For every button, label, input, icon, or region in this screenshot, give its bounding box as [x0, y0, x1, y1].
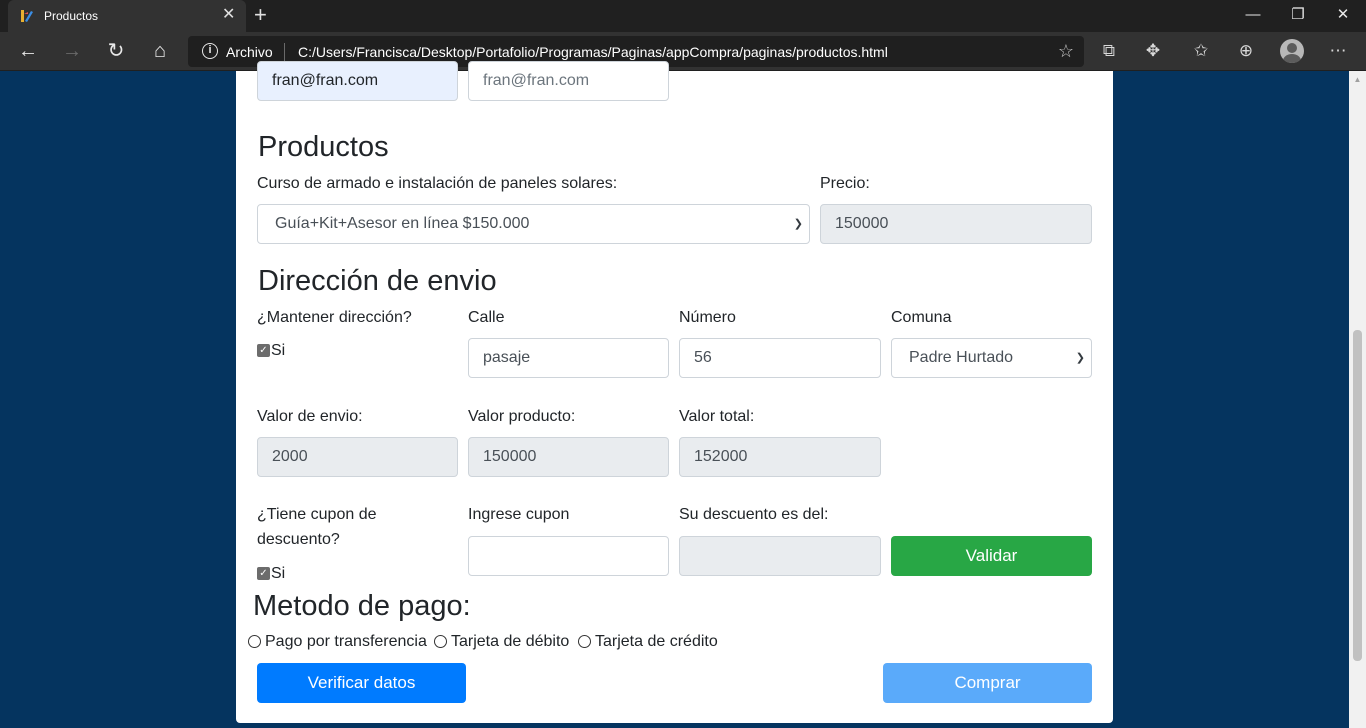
profile-avatar-icon[interactable]: [1280, 39, 1304, 63]
back-icon[interactable]: ←: [14, 38, 42, 64]
browser-tab[interactable]: Productos ✕: [8, 0, 246, 32]
add-favorite-icon[interactable]: ☆: [1058, 41, 1074, 61]
radio-transfer-label: Pago por transferencia: [265, 633, 427, 650]
productos-heading: Productos: [258, 131, 389, 163]
scroll-up-icon[interactable]: ▲: [1349, 71, 1366, 88]
chevron-down-icon: ❯: [793, 218, 803, 230]
email-field[interactable]: fran@fran.com: [257, 61, 458, 101]
radio-debit-label: Tarjeta de débito: [451, 633, 570, 650]
number-label: Número: [679, 309, 736, 326]
comuna-select[interactable]: Padre Hurtado ❯: [891, 338, 1092, 378]
radio-debit[interactable]: [434, 635, 447, 648]
address-separator: [284, 43, 285, 61]
new-tab-icon[interactable]: +: [254, 3, 267, 27]
course-select-value: Guía+Kit+Asesor en línea $150.000: [275, 215, 530, 232]
keep-address-checkbox-label: Si: [271, 342, 286, 359]
coupon-input[interactable]: [468, 536, 669, 576]
refresh-icon[interactable]: ↻: [102, 38, 130, 64]
buy-button[interactable]: Comprar: [883, 663, 1092, 703]
address-url[interactable]: C:/Users/Francisca/Desktop/Portafolio/Pr…: [298, 44, 888, 60]
validate-button[interactable]: Validar: [891, 536, 1092, 576]
total-value-label: Valor total:: [679, 408, 755, 425]
verify-data-button[interactable]: Verificar datos: [257, 663, 466, 703]
purchase-form-card: fran@fran.com fran@fran.com Productos Cu…: [236, 61, 1113, 723]
shipping-cost-field: 2000: [257, 437, 458, 477]
number-field[interactable]: 56: [679, 338, 881, 378]
vscode-file-icon: [21, 10, 33, 22]
tab-close-icon[interactable]: ✕: [222, 6, 235, 24]
page-scrollbar[interactable]: ▲: [1349, 71, 1366, 728]
window-close-icon[interactable]: ✕: [1328, 5, 1358, 25]
comuna-select-value: Padre Hurtado: [909, 349, 1014, 366]
discount-field: [679, 536, 881, 576]
coupon-question-line1: ¿Tiene cupon de: [257, 506, 377, 523]
tab-title: Productos: [44, 9, 99, 23]
price-field: 150000: [820, 204, 1092, 244]
keep-address-label: ¿Mantener dirección?: [257, 309, 412, 326]
address-label: Archivo: [226, 44, 273, 60]
browser-toolbar: ← → ↻ ⌂ i Archivo C:/Users/Francisca/Des…: [0, 32, 1366, 71]
radio-credit-label: Tarjeta de crédito: [595, 633, 718, 650]
coupon-checkbox-label: Si: [271, 565, 286, 582]
comuna-label: Comuna: [891, 309, 952, 326]
radio-transfer[interactable]: [248, 635, 261, 648]
product-value-field: 150000: [468, 437, 669, 477]
chevron-down-icon: ❯: [1075, 352, 1085, 364]
minimize-icon[interactable]: —: [1238, 5, 1268, 25]
coupon-question-line2: descuento?: [257, 531, 340, 548]
coupon-checkbox[interactable]: ✓: [257, 567, 270, 580]
course-label: Curso de armado e instalación de paneles…: [257, 175, 618, 192]
payment-heading: Metodo de pago:: [253, 590, 471, 622]
product-value-label: Valor producto:: [468, 408, 576, 425]
home-icon[interactable]: ⌂: [146, 38, 174, 64]
more-menu-icon[interactable]: ⋯: [1326, 39, 1350, 63]
collections-icon[interactable]: ⧉: [1097, 39, 1121, 63]
radio-credit[interactable]: [578, 635, 591, 648]
shipping-heading: Dirección de envio: [258, 265, 497, 297]
restore-icon[interactable]: ❐: [1283, 5, 1313, 25]
browser-titlebar: Productos ✕ + — ❐ ✕: [0, 0, 1366, 32]
scrollbar-thumb[interactable]: [1353, 330, 1362, 661]
info-icon[interactable]: i: [202, 43, 218, 59]
discount-label: Su descuento es del:: [679, 506, 829, 523]
forward-icon[interactable]: →: [58, 38, 86, 64]
course-select[interactable]: Guía+Kit+Asesor en línea $150.000 ❯: [257, 204, 810, 244]
street-label: Calle: [468, 309, 505, 326]
tab-actions-icon[interactable]: ⊕: [1234, 39, 1258, 63]
extensions-icon[interactable]: ✥: [1141, 39, 1165, 63]
keep-address-checkbox[interactable]: ✓: [257, 344, 270, 357]
shipping-cost-label: Valor de envio:: [257, 408, 363, 425]
total-value-field: 152000: [679, 437, 881, 477]
email-confirm-field[interactable]: fran@fran.com: [468, 61, 669, 101]
coupon-input-label: Ingrese cupon: [468, 506, 570, 523]
favorites-icon[interactable]: ✩: [1189, 39, 1213, 63]
price-label: Precio:: [820, 175, 870, 192]
street-field[interactable]: pasaje: [468, 338, 669, 378]
